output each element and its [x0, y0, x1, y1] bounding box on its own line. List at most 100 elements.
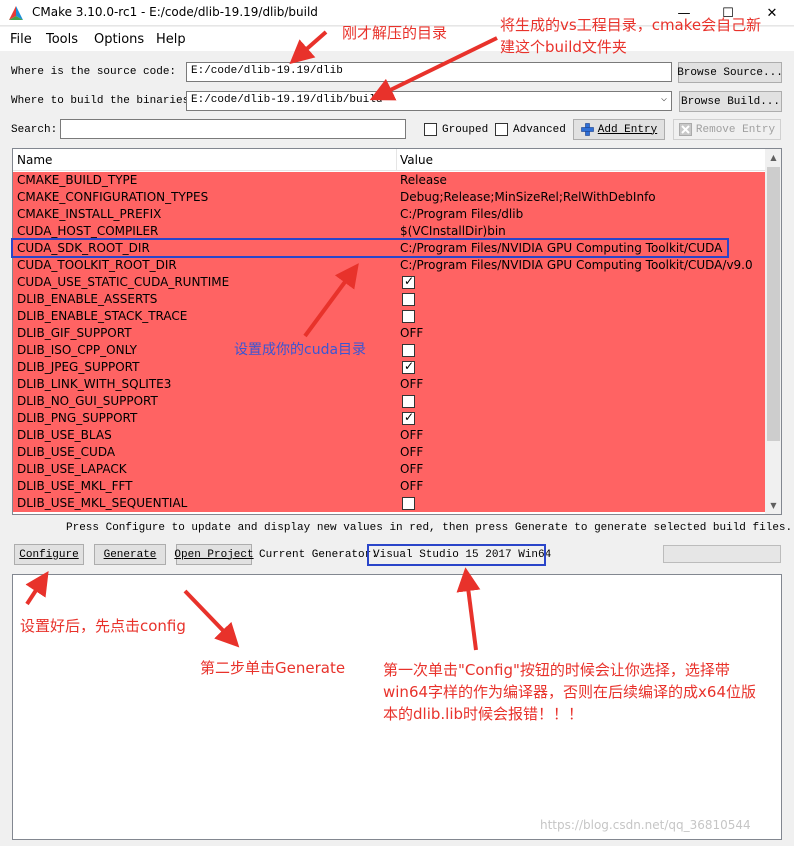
value-checkbox[interactable]: ✓: [402, 274, 415, 289]
generator-annotation-line3: 本的dlib.lib时候会报错！！！: [383, 705, 584, 723]
value-checkbox[interactable]: [402, 293, 415, 306]
search-input[interactable]: [60, 119, 406, 139]
table-row[interactable]: DLIB_USE_MKL_SEQUENTIAL: [13, 495, 765, 512]
value-checkbox[interactable]: [402, 310, 415, 323]
watermark: https://blog.csdn.net/qq_36810544: [540, 818, 751, 832]
variable-value[interactable]: C:/Program Files/dlib: [400, 207, 523, 221]
variable-name: DLIB_USE_MKL_SEQUENTIAL: [17, 496, 188, 510]
generate-annotation: 第二步单击Generate: [200, 659, 346, 677]
value-checkbox[interactable]: ✓: [402, 410, 415, 425]
table-row[interactable]: CMAKE_INSTALL_PREFIX C:/Program Files/dli…: [13, 206, 765, 223]
menu-options[interactable]: Options: [94, 32, 144, 47]
advanced-label: Advanced: [513, 124, 566, 136]
remove-entry-label: Remove Entry: [695, 123, 776, 136]
scroll-up-icon[interactable]: ▲: [765, 149, 781, 166]
table-row[interactable]: DLIB_PNG_SUPPORT ✓: [13, 410, 765, 427]
variable-value[interactable]: OFF: [400, 462, 423, 476]
menu-help[interactable]: Help: [156, 32, 186, 47]
variable-value[interactable]: OFF: [400, 326, 423, 340]
variable-name: DLIB_JPEG_SUPPORT: [17, 360, 140, 374]
advanced-checkbox[interactable]: [495, 123, 508, 136]
table-row[interactable]: DLIB_USE_MKL_FFT OFF: [13, 478, 765, 495]
variable-name: DLIB_PNG_SUPPORT: [17, 411, 138, 425]
scroll-down-icon[interactable]: ▼: [765, 497, 781, 514]
value-checkbox[interactable]: ✓: [402, 359, 415, 374]
browse-source-button[interactable]: Browse Source...: [677, 62, 783, 83]
variable-name: DLIB_LINK_WITH_SQLITE3: [17, 377, 172, 391]
checkmark-icon: ✓: [404, 359, 415, 373]
variable-name: DLIB_ENABLE_ASSERTS: [17, 292, 158, 306]
variable-name: DLIB_USE_MKL_FFT: [17, 479, 133, 493]
table-row[interactable]: DLIB_NO_GUI_SUPPORT: [13, 393, 765, 410]
cache-variables-table[interactable]: Name Value CMAKE_BUILD_TYPE Release CMAKE_…: [12, 148, 782, 515]
scrollbar-thumb[interactable]: [767, 167, 780, 441]
variable-value[interactable]: Release: [400, 173, 447, 187]
build-label: Where to build the binaries:: [11, 95, 196, 107]
table-row[interactable]: CUDA_USE_STATIC_CUDA_RUNTIME ✓: [13, 274, 765, 291]
chevron-down-icon[interactable]: ⌵: [661, 93, 667, 105]
variable-name: DLIB_USE_CUDA: [17, 445, 116, 459]
variable-value[interactable]: Debug;Release;MinSizeRel;RelWithDebInfo: [400, 190, 656, 204]
variable-value[interactable]: OFF: [400, 445, 423, 459]
vertical-scrollbar[interactable]: ▲ ▼: [765, 149, 781, 514]
table-row[interactable]: DLIB_USE_CUDA OFF: [13, 444, 765, 461]
cuda-annotation: 设置成你的cuda目录: [234, 342, 367, 358]
grouped-label: Grouped: [442, 124, 489, 136]
table-row[interactable]: CMAKE_BUILD_TYPE Release: [13, 172, 765, 189]
table-row[interactable]: DLIB_LINK_WITH_SQLITE3 OFF: [13, 376, 765, 393]
column-header-value[interactable]: Value: [400, 153, 433, 167]
menu-file[interactable]: File: [10, 32, 32, 47]
table-row[interactable]: CUDA_TOOLKIT_ROOT_DIR C:/Program Files/NV…: [13, 257, 765, 274]
current-generator-label: Current Generator:: [259, 549, 378, 561]
add-entry-label: Add Entry: [597, 123, 658, 136]
variable-name: DLIB_USE_BLAS: [17, 428, 112, 442]
column-divider[interactable]: [396, 149, 397, 171]
variable-name: DLIB_NO_GUI_SUPPORT: [17, 394, 158, 408]
grouped-checkbox[interactable]: [424, 123, 437, 136]
generator-highlight: [367, 544, 546, 566]
table-row[interactable]: DLIB_ENABLE_STACK_TRACE: [13, 308, 765, 325]
value-checkbox[interactable]: [402, 395, 415, 408]
remove-entry-button[interactable]: Remove Entry: [673, 119, 781, 140]
cmake-logo-icon: [9, 6, 23, 20]
generator-annotation-line1: 第一次单击"Config"按钮的时候会让你选择，选择带: [383, 661, 730, 679]
configure-label: Configure: [19, 548, 79, 561]
open-project-label: Open Project: [174, 548, 254, 561]
browse-build-button[interactable]: Browse Build...: [679, 91, 782, 112]
table-row[interactable]: DLIB_USE_LAPACK OFF: [13, 461, 765, 478]
value-checkbox[interactable]: [402, 344, 415, 357]
status-message: Press Configure to update and display ne…: [66, 522, 793, 534]
value-checkbox[interactable]: [402, 497, 415, 510]
checkmark-icon: ✓: [404, 274, 415, 288]
table-row[interactable]: DLIB_GIF_SUPPORT OFF: [13, 325, 765, 342]
variable-value[interactable]: OFF: [400, 377, 423, 391]
open-project-button[interactable]: Open Project: [174, 544, 254, 565]
table-row[interactable]: DLIB_ENABLE_ASSERTS: [13, 291, 765, 308]
variable-value[interactable]: OFF: [400, 479, 423, 493]
variable-value[interactable]: OFF: [400, 428, 423, 442]
variable-value[interactable]: $(VCInstallDir)bin: [400, 224, 506, 238]
table-row[interactable]: DLIB_USE_BLAS OFF: [13, 427, 765, 444]
source-path-input[interactable]: E:/code/dlib-19.19/dlib: [186, 62, 672, 82]
variable-name: DLIB_ISO_CPP_ONLY: [17, 343, 137, 357]
remove-icon: [678, 123, 692, 136]
variable-name: CMAKE_INSTALL_PREFIX: [17, 207, 162, 221]
table-row[interactable]: DLIB_JPEG_SUPPORT ✓: [13, 359, 765, 376]
table-row[interactable]: CMAKE_CONFIGURATION_TYPES Debug;Release;M…: [13, 189, 765, 206]
generator-annotation-line2: win64字样的作为编译器，否则在后续编译的成x64位版: [383, 683, 756, 701]
variable-name: DLIB_USE_LAPACK: [17, 462, 127, 476]
variable-name: CMAKE_BUILD_TYPE: [17, 173, 138, 187]
add-entry-button[interactable]: Add Entry: [573, 119, 665, 140]
menu-tools[interactable]: Tools: [46, 32, 78, 47]
column-header-name[interactable]: Name: [17, 153, 52, 167]
configure-button[interactable]: Configure: [14, 544, 84, 565]
generate-button[interactable]: Generate: [94, 544, 166, 565]
variable-name: CMAKE_CONFIGURATION_TYPES: [17, 190, 209, 204]
checkmark-icon: ✓: [404, 410, 415, 424]
window-title: CMake 3.10.0-rc1 - E:/code/dlib-19.19/dl…: [32, 5, 318, 19]
search-label: Search:: [11, 124, 58, 136]
build-path-combobox[interactable]: E:/code/dlib-19.19/dlib/build ⌵: [186, 91, 672, 111]
build-annotation-line1: 将生成的vs工程目录，cmake会自己新: [500, 16, 762, 34]
variable-value[interactable]: C:/Program Files/NVIDIA GPU Computing To…: [400, 258, 753, 272]
table-row[interactable]: DLIB_ISO_CPP_ONLY: [13, 342, 765, 359]
